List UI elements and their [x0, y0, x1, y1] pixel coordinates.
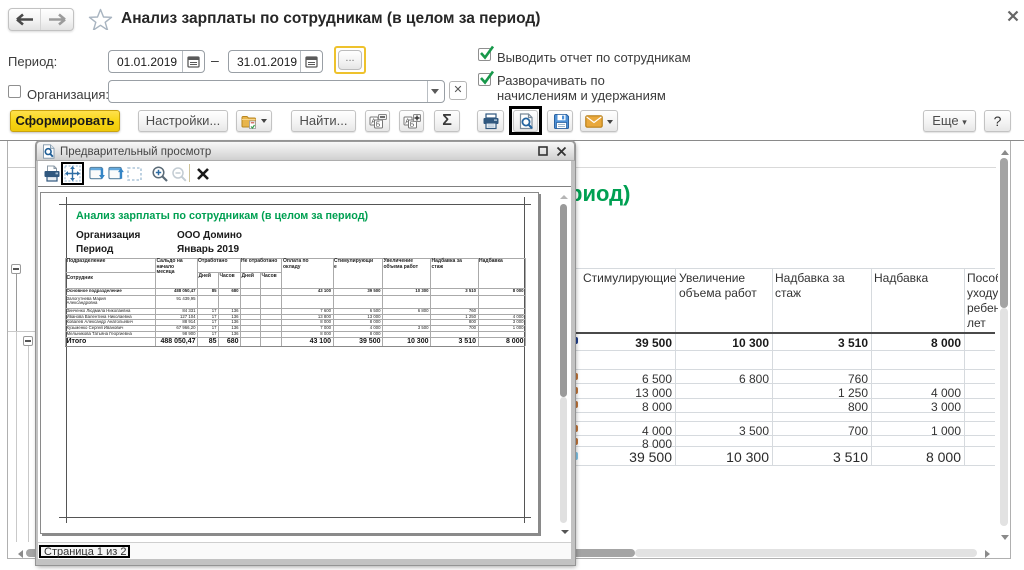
svg-text:Б: Б	[410, 122, 415, 129]
svg-text:Б: Б	[376, 122, 381, 129]
